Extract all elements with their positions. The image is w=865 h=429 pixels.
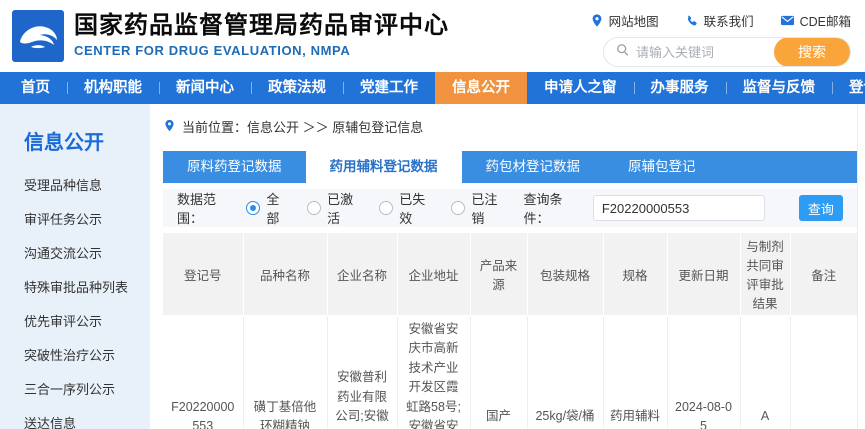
- site-title: 国家药品监督管理局药品审评中心: [74, 12, 449, 40]
- sidebar-title: 信息公开: [24, 126, 150, 155]
- sidebar-item-priority-review[interactable]: 优先审评公示: [24, 313, 150, 331]
- cell-registration-no: F20220000553: [163, 316, 243, 429]
- brand: 国家药品监督管理局药品审评中心 CENTER FOR DRUG EVALUATI…: [12, 10, 449, 62]
- col-spec: 规格: [603, 233, 667, 316]
- header-right: 网站地图 联系我们 CDE邮箱 搜索: [590, 10, 851, 67]
- main-panel: 当前位置：信息公开 ＞＞ 原辅包登记信息 原料药登记数据 药用辅料登记数据 药包…: [150, 104, 858, 429]
- col-remark: 备注: [790, 233, 857, 316]
- nav-item-news[interactable]: 新闻中心: [159, 72, 251, 104]
- col-package-spec: 包装规格: [527, 233, 603, 316]
- col-company-address: 企业地址: [397, 233, 470, 316]
- tab-bar: 原料药登记数据 药用辅料登记数据 药包材登记数据 原辅包登记: [163, 151, 857, 183]
- sidebar-item-accepted-varieties[interactable]: 受理品种信息: [24, 177, 150, 195]
- main-nav: 首页 机构职能 新闻中心 政策法规 党建工作 信息公开 申请人之窗 办事服务 监…: [0, 72, 865, 104]
- cell-variety-name: 磺丁基倍他环糊精钠: [243, 316, 327, 429]
- radio-icon: [451, 201, 465, 215]
- cell-spec: 药用辅料: [603, 316, 667, 429]
- radio-icon: [246, 201, 260, 215]
- radio-option-expired[interactable]: 已失效: [379, 189, 431, 227]
- radio-icon: [379, 201, 393, 215]
- cell-package-spec: 25kg/袋/桶: [527, 316, 603, 429]
- col-company-name: 企业名称: [327, 233, 397, 316]
- sitemap-link[interactable]: 网站地图: [590, 11, 659, 30]
- tab-raw-aux-pack[interactable]: 原辅包登记: [604, 151, 720, 183]
- cell-product-source: 国产: [470, 316, 527, 429]
- radio-option-activated[interactable]: 已激活: [307, 189, 359, 227]
- query-condition-label: 查询条件：: [523, 189, 580, 227]
- col-joint-review-result: 与制剂共同审评审批结果: [740, 233, 790, 316]
- quick-links: 网站地图 联系我们 CDE邮箱: [590, 11, 851, 30]
- sidebar-item-special-approval[interactable]: 特殊审批品种列表: [24, 279, 150, 297]
- radio-label: 已失效: [399, 189, 431, 227]
- sidebar-item-communication[interactable]: 沟通交流公示: [24, 245, 150, 263]
- query-condition-input[interactable]: [593, 195, 765, 221]
- radio-label: 已激活: [327, 189, 359, 227]
- breadcrumb: 当前位置：信息公开 ＞＞ 原辅包登记信息: [163, 117, 857, 136]
- nav-item-home[interactable]: 首页: [4, 72, 67, 104]
- cell-update-date: 2024-08-05: [667, 316, 740, 429]
- radio-option-all[interactable]: 全部: [246, 189, 287, 227]
- sidebar-item-delivery-info[interactable]: 送达信息: [24, 415, 150, 429]
- radio-icon: [307, 201, 321, 215]
- sidebar-item-breakthrough-therapy[interactable]: 突破性治疗公示: [24, 347, 150, 365]
- results-table: 登记号 品种名称 企业名称 企业地址 产品来源 包装规格 规格 更新日期 与制剂…: [163, 233, 857, 429]
- tab-excipient-registration[interactable]: 药用辅料登记数据: [306, 151, 462, 183]
- mailbox-label: CDE邮箱: [800, 11, 851, 30]
- cell-joint-review-result: A: [740, 316, 790, 429]
- brand-text: 国家药品监督管理局药品审评中心 CENTER FOR DRUG EVALUATI…: [74, 10, 449, 58]
- breadcrumb-text[interactable]: 当前位置：信息公开 ＞＞ 原辅包登记信息: [182, 117, 423, 136]
- contact-label: 联系我们: [704, 11, 754, 30]
- radio-label: 已注销: [471, 189, 503, 227]
- radio-option-cancelled[interactable]: 已注销: [451, 189, 503, 227]
- nav-item-applicant-window[interactable]: 申请人之窗: [527, 72, 634, 104]
- location-pin-icon: [590, 13, 604, 28]
- content: 信息公开 受理品种信息 审评任务公示 沟通交流公示 特殊审批品种列表 优先审评公…: [0, 104, 865, 429]
- nav-item-registration-platform[interactable]: 登记备案平台: [832, 72, 865, 104]
- cell-company-address: 安徽省安庆市高新技术产业开发区霞虹路58号; 安徽省安庆市高新技术产业开发区霞虹…: [397, 316, 470, 429]
- tab-packaging-registration[interactable]: 药包材登记数据: [462, 151, 605, 183]
- nav-item-supervision[interactable]: 监督与反馈: [726, 72, 833, 104]
- nav-item-services[interactable]: 办事服务: [634, 72, 726, 104]
- sidebar: 信息公开 受理品种信息 审评任务公示 沟通交流公示 特殊审批品种列表 优先审评公…: [0, 104, 150, 429]
- nav-item-party[interactable]: 党建工作: [343, 72, 435, 104]
- cell-company-name: 安徽普利药业有限公司;安徽普利药业有限公司: [327, 316, 397, 429]
- query-button[interactable]: 查询: [799, 195, 843, 221]
- table-row: F20220000553 磺丁基倍他环糊精钠 安徽普利药业有限公司;安徽普利药业…: [163, 316, 857, 429]
- site-header: 国家药品监督管理局药品审评中心 CENTER FOR DRUG EVALUATI…: [0, 0, 865, 72]
- cde-logo[interactable]: [12, 10, 64, 62]
- location-pin-icon: [163, 118, 176, 136]
- contact-link[interactable]: 联系我们: [685, 11, 754, 30]
- search-input[interactable]: [636, 45, 774, 60]
- mailbox-link[interactable]: CDE邮箱: [780, 11, 851, 30]
- sitemap-label: 网站地图: [609, 11, 659, 30]
- search-button[interactable]: 搜索: [774, 37, 850, 67]
- sidebar-item-three-in-one[interactable]: 三合一序列公示: [24, 381, 150, 399]
- sidebar-item-review-tasks[interactable]: 审评任务公示: [24, 211, 150, 229]
- col-variety-name: 品种名称: [243, 233, 327, 316]
- col-registration-no: 登记号: [163, 233, 243, 316]
- phone-icon: [685, 14, 699, 28]
- search-bar: 搜索: [603, 37, 851, 67]
- table-header-row: 登记号 品种名称 企业名称 企业地址 产品来源 包装规格 规格 更新日期 与制剂…: [163, 233, 857, 316]
- tab-api-registration[interactable]: 原料药登记数据: [163, 151, 306, 183]
- nav-item-policies[interactable]: 政策法规: [251, 72, 343, 104]
- envelope-icon: [780, 14, 795, 27]
- data-range-label: 数据范围：: [177, 189, 234, 227]
- cell-remark: [790, 316, 857, 429]
- nav-item-functions[interactable]: 机构职能: [67, 72, 159, 104]
- col-update-date: 更新日期: [667, 233, 740, 316]
- site-subtitle: CENTER FOR DRUG EVALUATION, NMPA: [74, 43, 449, 58]
- filter-bar: 数据范围： 全部 已激活 已失效 已注销 查询条件： 查询: [163, 189, 857, 227]
- radio-label: 全部: [266, 189, 287, 227]
- col-product-source: 产品来源: [470, 233, 527, 316]
- nav-item-info-disclosure[interactable]: 信息公开: [435, 72, 527, 104]
- search-icon: [616, 43, 630, 62]
